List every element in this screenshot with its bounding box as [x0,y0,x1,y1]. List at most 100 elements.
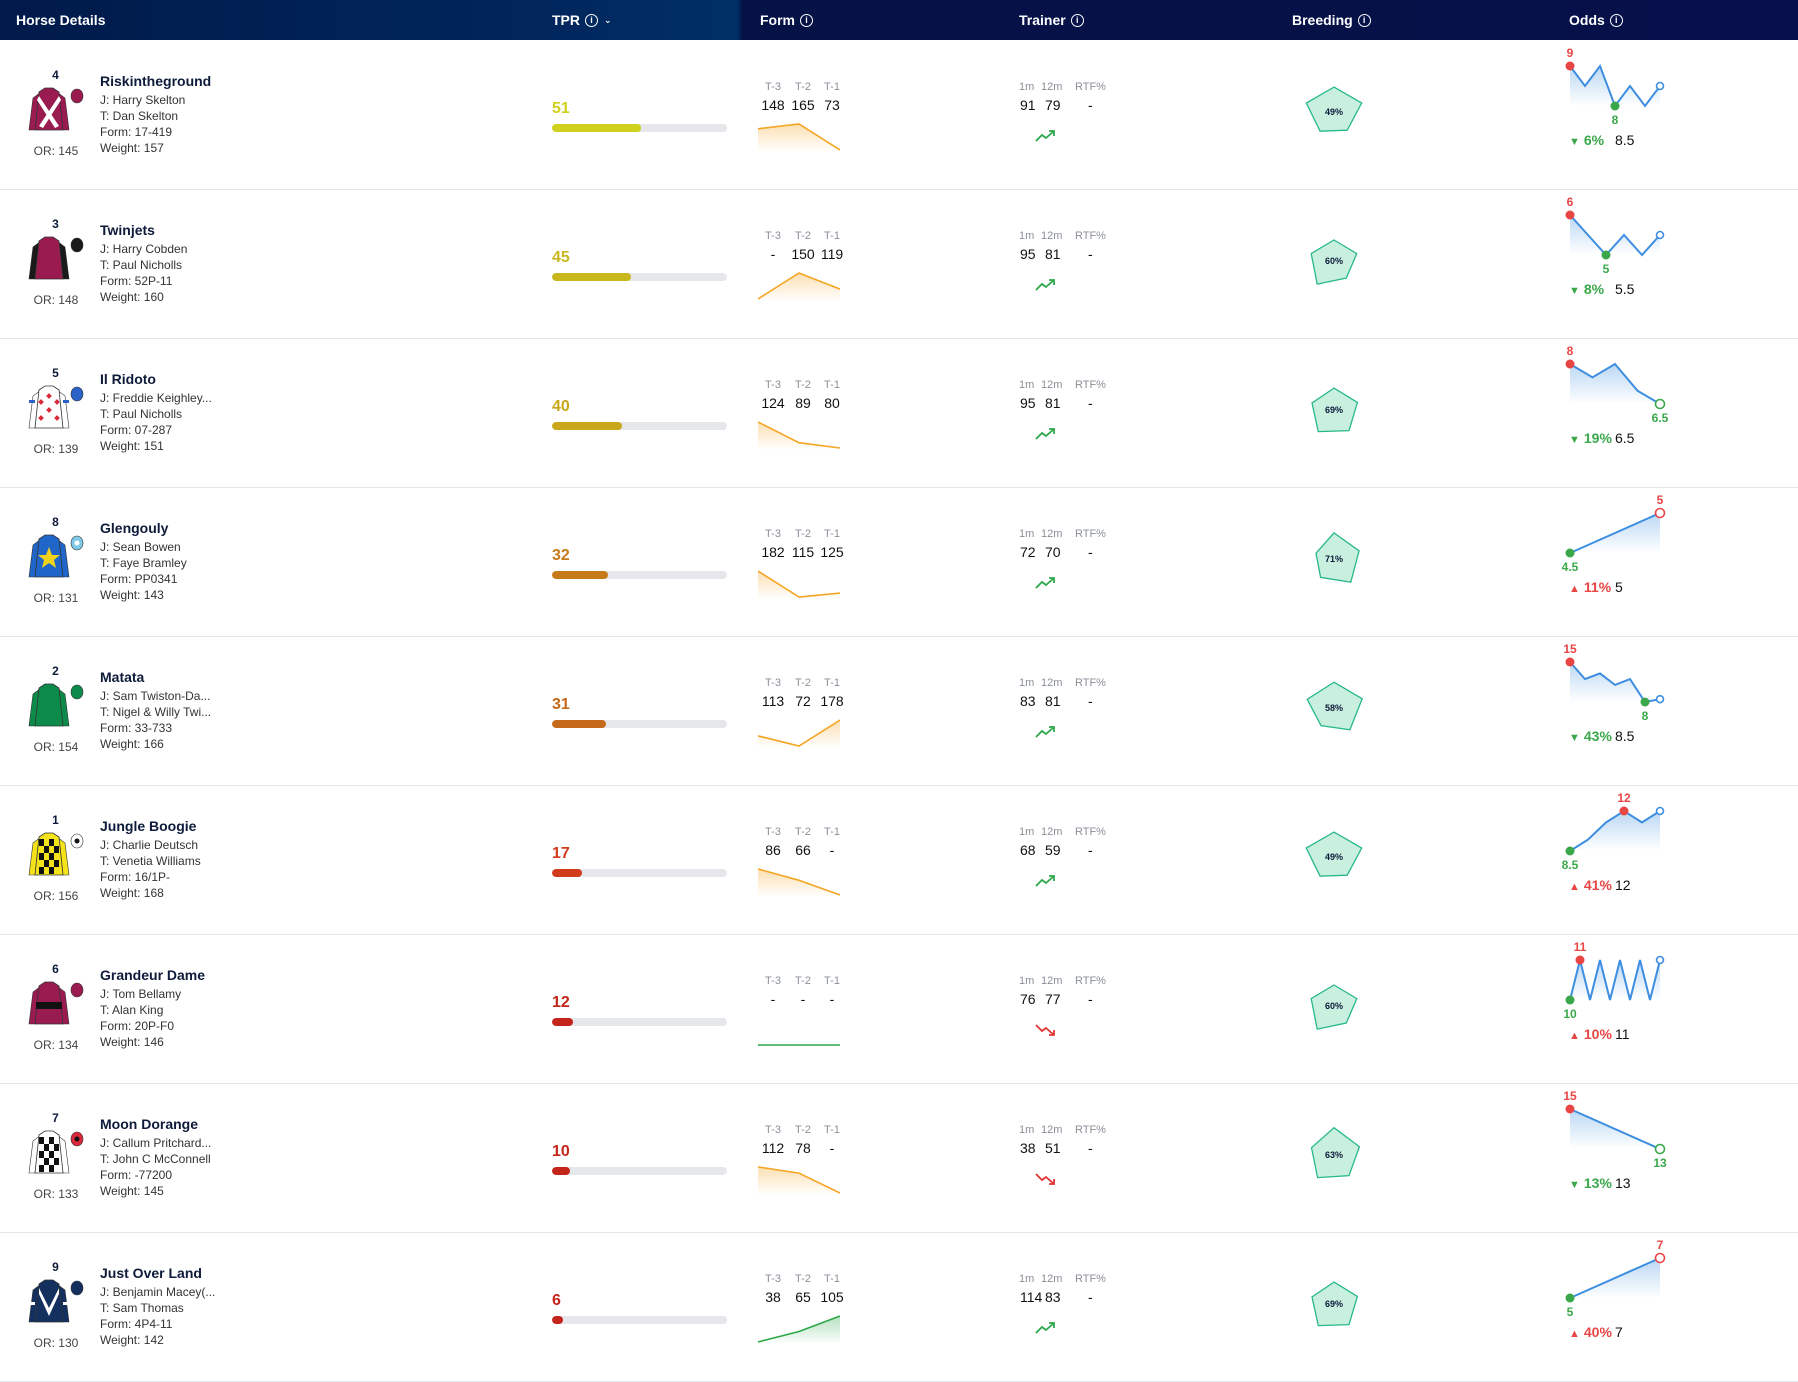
saddle-number: 8 [52,515,59,529]
horse-name-link[interactable]: Il Ridoto [100,371,156,387]
tpr-bar-fill [552,869,582,877]
trend-up-icon [1035,279,1055,291]
current-odds[interactable]: 8.5 [1615,728,1634,744]
odds-sparkline: 11 10 [1563,940,1665,1021]
saddle-number: 6 [52,962,59,976]
table-row[interactable]: 5 OR: 139 Il Ridoto J: Freddie Keighley... T… [0,338,1798,488]
current-odds[interactable]: 5 [1615,579,1623,595]
tpr-value: 12 [552,994,570,1011]
col-trainer[interactable]: Trainer i [1019,0,1084,40]
current-odds[interactable]: 7 [1615,1324,1623,1340]
odds-change: ▼ 19% [1569,430,1612,446]
current-odds[interactable]: 5.5 [1615,281,1634,297]
form-t1-value: - [829,842,835,858]
tpr-bar-fill [552,273,631,281]
info-icon[interactable]: i [1357,13,1371,27]
trainer-m1-value: 83 [1020,693,1036,709]
trainer-m12-value: 51 [1045,1140,1061,1156]
form-t2-value: 165 [791,97,815,113]
tpr-bar-fill [552,1018,573,1026]
table-row[interactable]: 8 OR: 131 Glengouly J: Sean Bowen T: Faye Br… [0,487,1798,637]
breeding-radar: 60% [1310,239,1358,285]
breeding-percent: 69% [1325,1299,1343,1309]
odds-high-marker [1565,1104,1575,1114]
tpr-bar [552,1018,727,1026]
current-odds[interactable]: 8.5 [1615,132,1634,148]
odds-change: ▲ 40% [1569,1324,1612,1340]
trainer-rtf-label: RTF% [1075,826,1106,838]
form-string: Form: 52P-11 [100,274,173,288]
col-form-label: Form [760,12,795,28]
weight: Weight: 151 [100,439,164,453]
trainer-rtf-label: RTF% [1075,677,1106,689]
trainer-m12-label: 12m [1041,528,1063,540]
form-t3-value: 182 [761,544,785,560]
jockey-name: J: Callum Pritchard... [100,1136,212,1150]
odds-low-label: 13 [1653,1156,1667,1170]
col-odds[interactable]: Odds i [1569,0,1623,40]
odds-current-marker [1654,507,1666,519]
trainer-m12-value: 77 [1045,991,1061,1007]
trainer-m12-value: 83 [1045,1289,1061,1305]
horse-name-link[interactable]: Riskintheground [100,73,211,89]
horse-name-link[interactable]: Grandeur Dame [100,967,205,983]
table-header: Horse Details TPR i ⌄ Form i Trainer i Breed… [0,0,1798,40]
odds-low-marker [1565,995,1575,1005]
form-t2-label: T-2 [795,1124,811,1136]
form-t2-value: 65 [795,1289,811,1305]
col-breeding[interactable]: Breeding i [1292,0,1371,40]
trend-up-icon [1035,875,1055,887]
form-t2-value: 78 [795,1140,811,1156]
horse-name-link[interactable]: Matata [100,669,144,685]
col-horse-details[interactable]: Horse Details [16,0,105,40]
odds-low-marker [1565,548,1575,558]
current-odds[interactable]: 11 [1615,1026,1630,1042]
form-t1-label: T-1 [824,1124,840,1136]
col-tpr[interactable]: TPR i ⌄ [552,0,612,40]
form-t1-value: 125 [820,544,844,560]
table-row[interactable]: 1 OR: 156 Jungle Boogie J: Charlie Deutsch T… [0,785,1798,935]
table-row[interactable]: 9 OR: 130 Just Over Land J: Benjamin Macey(… [0,1232,1798,1382]
horse-name-link[interactable]: Moon Dorange [100,1116,198,1132]
tpr-bar-fill [552,571,608,579]
odds-current-marker [1654,398,1666,410]
trainer-m1-value: 38 [1020,1140,1036,1156]
breeding-radar: 69% [1311,387,1359,433]
form-t3-label: T-3 [765,975,781,987]
trend-up-icon [1035,577,1055,589]
current-odds[interactable]: 12 [1615,877,1631,893]
col-form[interactable]: Form i [760,0,813,40]
form-string: Form: -77200 [100,1168,173,1182]
odds-high-label: 5 [1657,493,1664,507]
odds-current-marker [1655,955,1665,965]
table-row[interactable]: 2 OR: 154 Matata J: Sam Twiston-Da... T: Nig… [0,636,1798,786]
current-odds[interactable]: 13 [1615,1175,1631,1191]
odds-change-percent: 10% [1583,1026,1612,1042]
odds-area [1570,66,1660,106]
table-row[interactable]: 3 OR: 148 Twinjets J: Harry Cobden T: Paul N… [0,189,1798,339]
current-odds[interactable]: 6.5 [1615,430,1634,446]
odds-sparkline: 86.5 [1565,344,1669,425]
horse-name-link[interactable]: Twinjets [100,222,155,238]
official-rating: OR: 154 [33,740,79,754]
info-icon[interactable]: i [1070,13,1084,27]
horse-name-link[interactable]: Glengouly [100,520,168,536]
horse-name-link[interactable]: Jungle Boogie [100,818,196,834]
sort-chevron-down-icon[interactable]: ⌄ [604,0,612,40]
saddle-number: 9 [52,1260,59,1274]
table-row[interactable]: 4 OR: 145 Riskintheground J: Harry Skelton T… [0,40,1798,190]
horse-name-link[interactable]: Just Over Land [100,1265,202,1281]
table-row[interactable]: 7 OR: 133 Moon Dorange J: Callum Pritchard.… [0,1083,1798,1233]
form-sparkline [758,272,840,301]
table-row[interactable]: 6 OR: 134 Grandeur Dame J: Tom Bellamy T: Al… [0,934,1798,1084]
trend-down-icon [1035,1173,1055,1185]
info-icon[interactable]: i [800,13,813,27]
weight: Weight: 146 [100,1035,164,1049]
trend-up-icon [1035,130,1055,142]
tpr-bar-fill [552,1167,570,1175]
form-t2-label: T-2 [795,975,811,987]
trainer-rtf-label: RTF% [1075,528,1106,540]
info-icon[interactable]: i [1609,13,1623,27]
trainer-m12-label: 12m [1041,826,1063,838]
info-icon[interactable]: i [585,13,598,27]
